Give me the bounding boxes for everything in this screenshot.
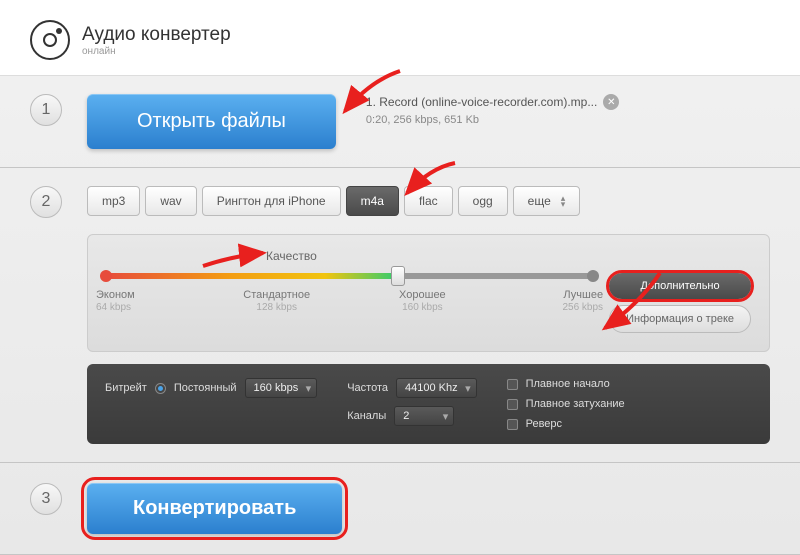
tab-wav[interactable]: wav (145, 186, 196, 216)
tab-iphone-ringtone[interactable]: Рингтон для iPhone (202, 186, 341, 216)
advanced-panel: Битрейт Постоянный 160 kbps Частота 4410… (87, 364, 770, 444)
step-number-1: 1 (30, 94, 62, 126)
format-tabs: mp3 wav Рингтон для iPhone m4a flac ogg … (87, 186, 770, 216)
quality-econom: Эконом (96, 289, 135, 301)
reverse-checkbox[interactable] (507, 419, 518, 430)
reverse-label: Реверс (526, 418, 562, 430)
quality-good: Хорошее (399, 289, 446, 301)
track-info-button[interactable]: Информация о треке (609, 305, 751, 333)
slider-thumb[interactable] (391, 266, 405, 286)
quality-standard: Стандартное (243, 289, 310, 301)
bitrate-label: Битрейт (105, 382, 147, 394)
slider-endpoint-right (587, 270, 599, 282)
freq-select[interactable]: 44100 Khz (396, 378, 477, 398)
file-meta: 0:20, 256 kbps, 651 Kb (366, 114, 619, 126)
app-title: Аудио конвертер (82, 24, 231, 46)
bitrate-select[interactable]: 160 kbps (245, 378, 318, 398)
bitrate-mode: Постоянный (174, 382, 237, 394)
tab-mp3[interactable]: mp3 (87, 186, 140, 216)
fade-out-label: Плавное затухание (526, 398, 625, 410)
file-name: 1. Record (online-voice-recorder.com).mp… (366, 95, 597, 109)
slider-endpoint-left (100, 270, 112, 282)
convert-button[interactable]: Конвертировать (87, 483, 342, 534)
tab-ogg[interactable]: ogg (458, 186, 508, 216)
channels-label: Каналы (347, 410, 386, 422)
fade-in-label: Плавное начало (526, 378, 610, 390)
tab-more[interactable]: еще▴▾ (513, 186, 581, 216)
app-subtitle: онлайн (82, 46, 231, 57)
fade-in-checkbox[interactable] (507, 379, 518, 390)
tab-flac[interactable]: flac (404, 186, 453, 216)
channels-select[interactable]: 2 (394, 406, 454, 426)
quality-label: Качество (266, 249, 751, 263)
updown-icon: ▴▾ (561, 195, 566, 208)
logo-icon (30, 20, 70, 60)
fade-out-checkbox[interactable] (507, 399, 518, 410)
advanced-button[interactable]: Дополнительно (609, 273, 751, 299)
step-number-2: 2 (30, 186, 62, 218)
open-files-button[interactable]: Открыть файлы (87, 94, 336, 149)
bitrate-constant-radio[interactable] (155, 383, 166, 394)
tab-m4a[interactable]: m4a (346, 186, 399, 216)
step-number-3: 3 (30, 483, 62, 515)
remove-file-button[interactable]: ✕ (603, 94, 619, 110)
quality-best: Лучшее (563, 289, 603, 301)
freq-label: Частота (347, 382, 388, 394)
quality-slider[interactable] (106, 273, 593, 279)
